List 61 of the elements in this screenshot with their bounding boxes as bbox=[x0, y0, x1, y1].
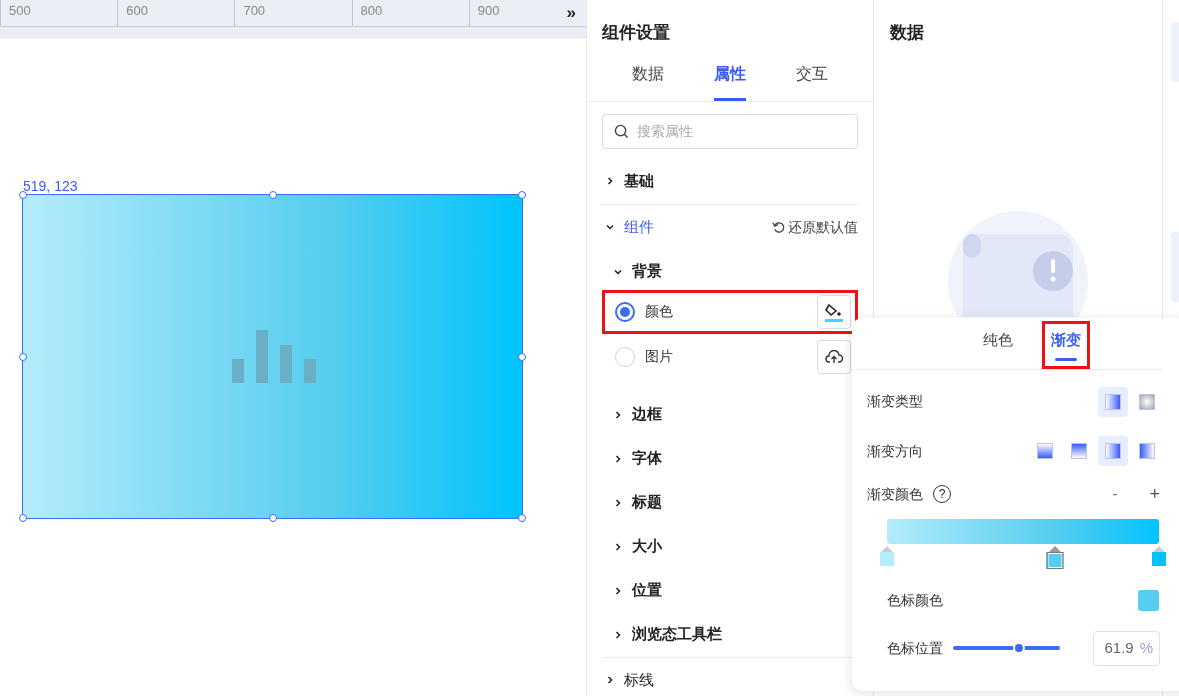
upload-button[interactable] bbox=[817, 339, 851, 374]
search-field[interactable]: 搜索属性 bbox=[602, 113, 858, 149]
radio-button[interactable] bbox=[615, 301, 635, 322]
undo-icon bbox=[772, 220, 785, 234]
expand-button[interactable]: » bbox=[566, 2, 576, 24]
resize-handle[interactable] bbox=[19, 352, 27, 361]
settings-tab[interactable]: 属性 bbox=[714, 61, 746, 101]
settings-tab[interactable]: 数据 bbox=[632, 61, 664, 101]
subsection-header[interactable]: 位置 bbox=[632, 579, 662, 602]
resize-handle[interactable] bbox=[19, 191, 27, 199]
resize-handle[interactable] bbox=[268, 191, 277, 199]
ruler-label: 900 bbox=[477, 3, 500, 18]
bar-chart-icon bbox=[232, 330, 316, 383]
slider-thumb[interactable] bbox=[1013, 642, 1026, 654]
slider-track[interactable] bbox=[953, 646, 1060, 650]
section-header[interactable]: 基础 bbox=[624, 169, 654, 193]
setting-label: 渐变颜色 bbox=[867, 484, 923, 504]
option-row[interactable]: 颜色 bbox=[602, 289, 858, 334]
add-stop-button[interactable]: + bbox=[1147, 480, 1162, 508]
color-swatch[interactable] bbox=[1138, 589, 1159, 611]
cloud-upload-icon bbox=[825, 349, 843, 364]
option-row[interactable]: 图片 bbox=[602, 334, 858, 379]
color-stop-handle[interactable] bbox=[1152, 552, 1166, 566]
section-header[interactable]: 组件 bbox=[624, 215, 654, 239]
ruler-label: 600 bbox=[126, 3, 148, 18]
resize-handle[interactable] bbox=[268, 514, 277, 522]
position-label: 519, 123 bbox=[23, 177, 78, 196]
resize-handle[interactable] bbox=[518, 514, 526, 522]
fill-mode-tab[interactable]: 渐变 bbox=[1042, 321, 1090, 369]
setting-label: 渐变方向 bbox=[867, 441, 923, 461]
panel-title: 组件设置 bbox=[601, 22, 671, 44]
subsection-header[interactable]: 字体 bbox=[632, 447, 662, 470]
reset-default-button[interactable]: 还原默认值 bbox=[772, 216, 858, 238]
color-stop-handle[interactable] bbox=[1046, 552, 1064, 569]
ruler-label: 800 bbox=[360, 3, 383, 18]
subsection-header[interactable]: 标题 bbox=[632, 491, 662, 514]
setting-label: 渐变类型 bbox=[867, 392, 923, 411]
settings-tab[interactable]: 交互 bbox=[796, 61, 828, 101]
subsection-header[interactable]: 边框 bbox=[632, 403, 662, 426]
resize-handle[interactable] bbox=[518, 352, 526, 361]
resize-handle[interactable] bbox=[19, 514, 27, 522]
subsection-header[interactable]: 浏览态工具栏 bbox=[632, 623, 722, 646]
subsection-header[interactable]: 大小 bbox=[632, 535, 662, 558]
ruler-label: 700 bbox=[243, 3, 266, 18]
gradient-option-button[interactable] bbox=[1098, 436, 1128, 466]
setting-label: 色标位置 bbox=[887, 638, 943, 658]
position-input[interactable]: 61.9 % bbox=[1093, 630, 1160, 666]
color-stop-handle[interactable] bbox=[880, 552, 894, 566]
radio-label: 颜色 bbox=[645, 302, 673, 321]
panel-title: 数据 bbox=[889, 22, 925, 44]
radio-label: 图片 bbox=[645, 347, 673, 366]
section-header[interactable]: 标线 bbox=[624, 668, 654, 692]
fill-mode-tab[interactable]: 纯色 bbox=[974, 321, 1022, 369]
fill-color-button[interactable] bbox=[817, 294, 851, 329]
setting-label: 色标颜色 bbox=[887, 590, 943, 610]
gradient-option-button[interactable] bbox=[1098, 386, 1128, 417]
search-icon bbox=[614, 123, 629, 139]
resize-handle[interactable] bbox=[518, 191, 526, 199]
remove-stop-button[interactable]: - bbox=[1106, 482, 1124, 506]
subsection-header[interactable]: 背景 bbox=[632, 260, 662, 283]
ruler-label: 500 bbox=[9, 3, 31, 18]
